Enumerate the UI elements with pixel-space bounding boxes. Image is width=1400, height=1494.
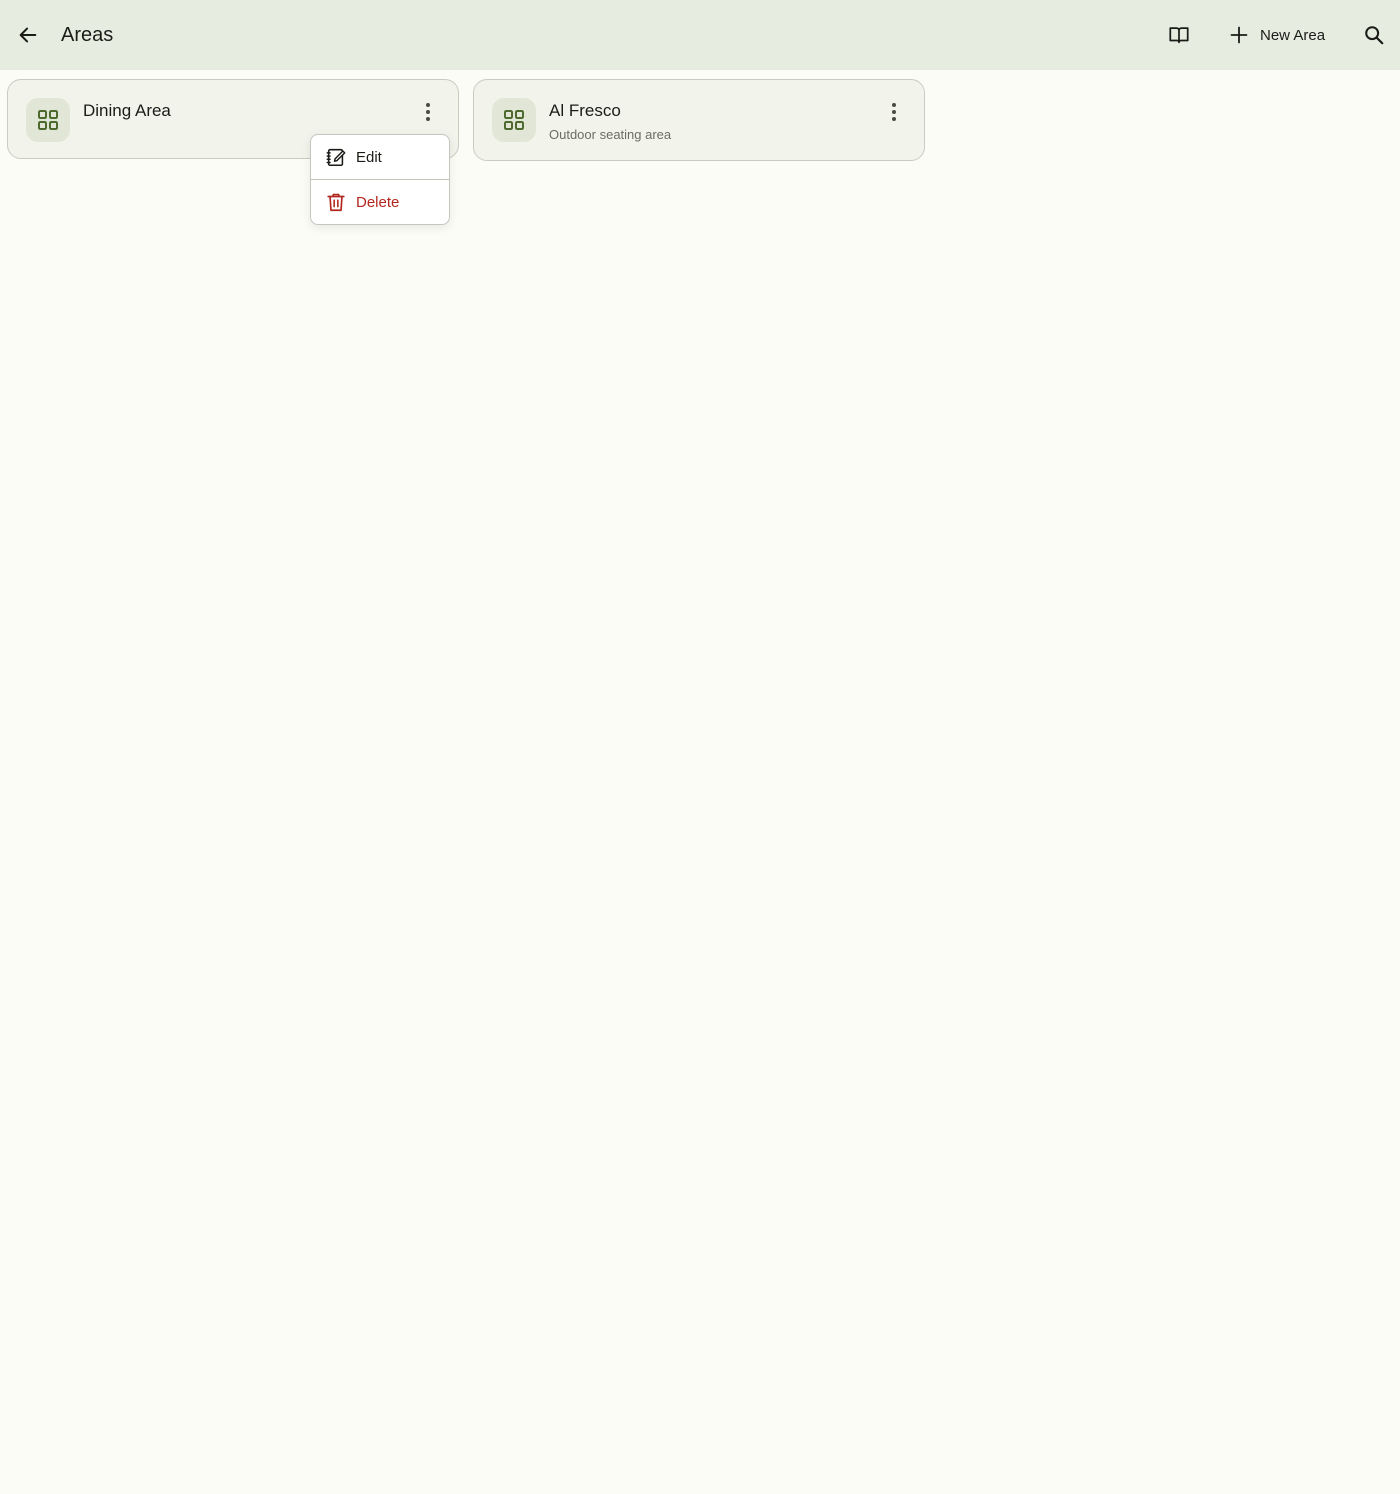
trash-icon [325,191,347,213]
grid-icon [26,98,70,142]
new-area-label: New Area [1260,26,1326,44]
area-description: Outdoor seating area [549,127,672,142]
more-options-button[interactable] [880,98,908,126]
area-name: Dining Area [83,101,171,120]
book-open-icon [1169,27,1189,44]
area-name: Al Fresco [549,101,621,120]
grid-icon [492,98,536,142]
menu-item-label: Edit [356,148,382,166]
more-options-button[interactable] [414,98,442,126]
menu-item-edit[interactable]: Edit [311,135,449,179]
more-vertical-icon [426,103,430,121]
book-button[interactable] [1163,19,1195,51]
menu-item-label: Delete [356,193,400,211]
top-app-bar: Areas New Area [0,0,1400,70]
new-area-button[interactable]: New Area [1222,17,1333,53]
back-button[interactable] [12,19,44,51]
menu-item-delete[interactable]: Delete [311,179,449,224]
area-card-al-fresco[interactable]: Al Fresco Outdoor seating area [473,79,925,161]
arrow-left-icon [19,27,37,43]
plus-icon [1230,26,1248,44]
search-button[interactable] [1358,19,1390,51]
area-context-menu: Edit Delete [310,134,450,225]
search-icon [1365,26,1384,45]
more-vertical-icon [892,103,896,121]
page-title: Areas [61,24,114,46]
edit-note-icon [325,146,347,168]
